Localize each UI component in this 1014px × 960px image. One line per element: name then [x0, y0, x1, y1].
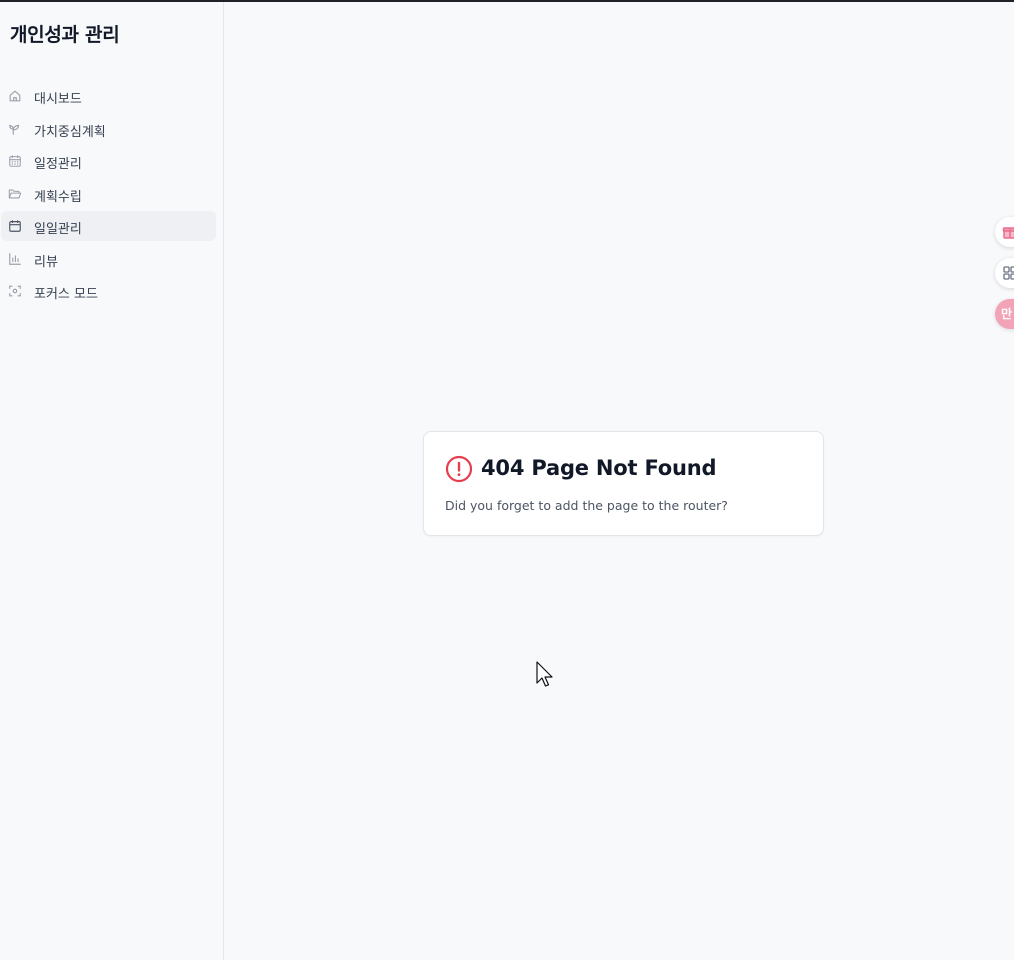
sidebar-item-label: 계획수립: [34, 189, 82, 205]
alert-circle-icon: [445, 455, 473, 483]
sidebar: 개인성과 관리 대시보드 가치중심계획 일정관리 계획수립 일일관리 리뷰 포커…: [0, 2, 224, 960]
app-title: 개인성과 관리: [10, 24, 120, 46]
sidebar-item-review[interactable]: 리뷰: [1, 244, 216, 274]
grid-icon: [1002, 265, 1014, 281]
error-card: 404 Page Not Found Did you forget to add…: [423, 431, 824, 536]
apps-button[interactable]: [995, 258, 1014, 288]
sidebar-item-label: 대시보드: [34, 92, 82, 107]
gift-button[interactable]: [995, 217, 1014, 247]
sidebar-item-label: 일정관리: [34, 157, 82, 172]
sidebar-item-schedule[interactable]: 일정관리: [1, 146, 216, 176]
sidebar-item-focus-mode[interactable]: 포커스 모드: [1, 276, 216, 306]
calendar-icon: [8, 219, 22, 233]
error-message: Did you forget to add the page to the ro…: [445, 498, 728, 513]
home-icon: [8, 89, 22, 103]
chat-icon: 만: [1001, 307, 1013, 321]
sidebar-item-planning[interactable]: 계획수립: [1, 179, 216, 209]
sidebar-item-daily[interactable]: 일일관리: [1, 211, 216, 241]
mouse-cursor-icon: [536, 661, 553, 687]
chat-button[interactable]: 만: [995, 299, 1014, 329]
sidebar-item-label: 포커스 모드: [34, 287, 98, 302]
sprout-icon: [8, 122, 22, 136]
gift-icon: [1002, 224, 1014, 240]
folder-open-icon: [8, 187, 22, 201]
sidebar-item-label: 일일관리: [34, 222, 82, 237]
focus-icon: [8, 284, 22, 298]
error-title: 404 Page Not Found: [481, 456, 717, 480]
sidebar-nav: 대시보드 가치중심계획 일정관리 계획수립 일일관리 리뷰 포커스 모드: [0, 81, 223, 309]
sidebar-item-value-planning[interactable]: 가치중심계획: [1, 114, 216, 144]
sidebar-item-label: 가치중심계획: [34, 124, 106, 140]
sidebar-item-label: 리뷰: [34, 254, 58, 270]
calendar-grid-icon: [8, 154, 22, 168]
sidebar-item-dashboard[interactable]: 대시보드: [1, 81, 216, 111]
bar-chart-icon: [8, 252, 22, 266]
